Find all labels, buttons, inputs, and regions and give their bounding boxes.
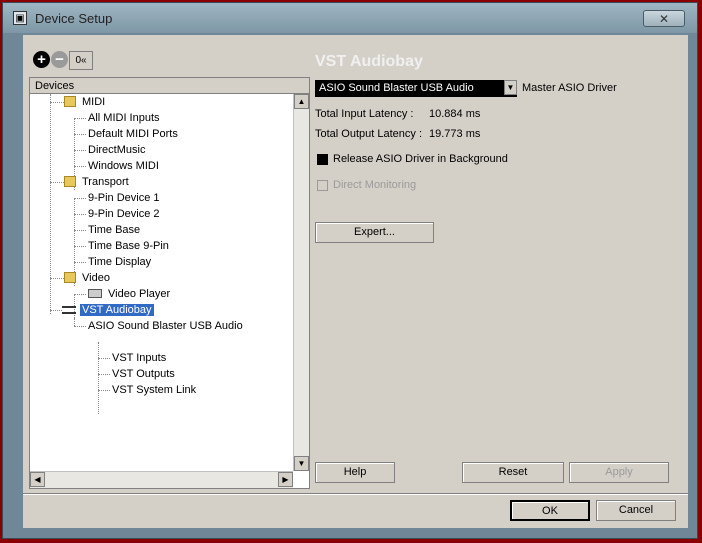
tree-node-vst-audiobay[interactable]: VST Audiobay	[80, 302, 154, 318]
window-title: Device Setup	[35, 11, 113, 26]
tree-line	[74, 150, 86, 151]
output-latency-label: Total Output Latency :	[315, 128, 423, 140]
video-icon	[88, 289, 102, 298]
tree-line	[74, 294, 86, 295]
tree-line	[74, 214, 86, 215]
close-button[interactable]: ✕	[643, 10, 685, 27]
tree-node-asio-driver[interactable]: ASIO Sound Blaster USB Audio	[88, 318, 243, 334]
release-asio-label: Release ASIO Driver in Background	[333, 153, 508, 165]
tree-line	[50, 94, 51, 314]
tree-line	[50, 182, 64, 183]
tree-node-all-midi-inputs[interactable]: All MIDI Inputs	[88, 110, 160, 126]
direct-monitoring-label: Direct Monitoring	[333, 179, 417, 191]
folder-icon	[64, 176, 76, 187]
tree-line	[74, 166, 86, 167]
folder-icon	[64, 96, 76, 107]
tree-node-vst-outputs[interactable]: VST Outputs	[112, 366, 175, 382]
expert-button[interactable]: Expert...	[315, 222, 434, 243]
device-setup-window: ▣ Device Setup ✕ + − 0« Devices MIDI All…	[2, 2, 698, 539]
scroll-right-icon[interactable]: ▶	[278, 472, 293, 487]
tree-line	[50, 310, 62, 311]
tree-line	[50, 278, 64, 279]
tree-node-time-base-9pin[interactable]: Time Base 9-Pin	[88, 238, 169, 254]
title-bar[interactable]: ▣ Device Setup ✕	[3, 3, 697, 33]
reset-button[interactable]: Reset	[462, 462, 564, 483]
devices-panel: Devices MIDI All MIDI Inputs Default MID…	[29, 77, 310, 489]
master-asio-driver-select[interactable]: ASIO Sound Blaster USB Audio ▼	[315, 80, 517, 97]
help-button[interactable]: Help	[315, 462, 395, 483]
dropdown-arrow-icon[interactable]: ▼	[504, 80, 517, 95]
master-asio-driver-label: Master ASIO Driver	[522, 82, 617, 94]
apply-button[interactable]: Apply	[569, 462, 669, 483]
tree-vertical-scrollbar[interactable]: ▲ ▼	[293, 94, 309, 471]
cancel-button[interactable]: Cancel	[596, 500, 676, 521]
tree-horizontal-scrollbar[interactable]: ◀ ▶	[30, 471, 293, 488]
tree-line	[98, 374, 110, 375]
tree-line	[74, 230, 86, 231]
tree-line	[50, 102, 64, 103]
panel-title: VST Audiobay	[315, 53, 423, 70]
tree-node-midi[interactable]: MIDI	[82, 94, 105, 110]
devices-tree[interactable]: MIDI All MIDI Inputs Default MIDI Ports …	[30, 94, 293, 471]
scroll-left-icon[interactable]: ◀	[30, 472, 45, 487]
vst-audiobay-label: VST Audiobay	[80, 304, 154, 316]
tree-line	[74, 134, 86, 135]
tree-line	[98, 358, 110, 359]
tree-node-default-midi-ports[interactable]: Default MIDI Ports	[88, 126, 178, 142]
tree-line	[74, 118, 86, 119]
tree-line	[74, 198, 86, 199]
folder-icon	[64, 272, 76, 283]
remove-device-button[interactable]: −	[51, 51, 70, 70]
scroll-down-icon[interactable]: ▼	[294, 456, 309, 471]
tree-node-time-base[interactable]: Time Base	[88, 222, 140, 238]
direct-monitoring-checkbox[interactable]	[317, 180, 328, 191]
tree-node-9pin-device-2[interactable]: 9-Pin Device 2	[88, 206, 160, 222]
tree-node-windows-midi[interactable]: Windows MIDI	[88, 158, 159, 174]
divider	[23, 493, 688, 495]
tree-line	[74, 246, 86, 247]
dialog-client-area: + − 0« Devices MIDI All MIDI Inputs Defa	[23, 35, 688, 528]
output-latency-value: 19.773 ms	[429, 128, 481, 140]
devices-header: Devices	[30, 78, 309, 94]
app-icon: ▣	[13, 11, 27, 25]
tree-node-video[interactable]: Video	[82, 270, 110, 286]
tree-node-directmusic[interactable]: DirectMusic	[88, 142, 145, 158]
reset-devices-button[interactable]: 0«	[69, 51, 93, 70]
release-asio-checkbox[interactable]	[317, 154, 328, 165]
input-latency-value: 10.884 ms	[429, 108, 481, 120]
tree-node-vst-inputs[interactable]: VST Inputs	[112, 350, 166, 366]
tree-line	[74, 262, 86, 263]
add-device-button[interactable]: +	[33, 51, 52, 70]
driver-select-value: ASIO Sound Blaster USB Audio	[319, 82, 474, 94]
remove-icon: −	[51, 51, 68, 68]
ok-button[interactable]: OK	[510, 500, 590, 521]
tree-line	[74, 318, 75, 326]
tree-node-time-display[interactable]: Time Display	[88, 254, 151, 270]
tree-line	[74, 326, 86, 327]
tree-line	[98, 390, 110, 391]
tree-node-vst-system-link[interactable]: VST System Link	[112, 382, 196, 398]
input-latency-label: Total Input Latency :	[315, 108, 414, 120]
add-icon: +	[33, 51, 50, 68]
tree-node-9pin-device-1[interactable]: 9-Pin Device 1	[88, 190, 160, 206]
audiobay-icon	[62, 306, 76, 314]
close-icon: ✕	[658, 12, 670, 26]
tree-line	[98, 342, 99, 414]
scroll-up-icon[interactable]: ▲	[294, 94, 309, 109]
tree-node-transport[interactable]: Transport	[82, 174, 129, 190]
tree-node-video-player[interactable]: Video Player	[108, 286, 170, 302]
